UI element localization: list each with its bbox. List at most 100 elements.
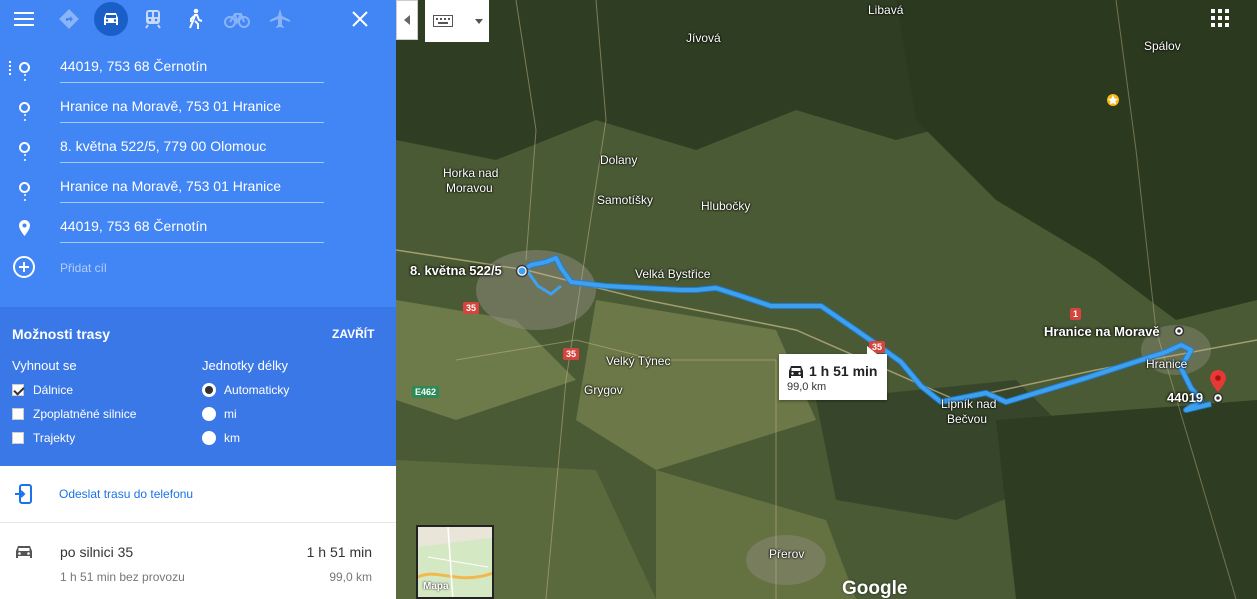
destination-pin-icon (19, 220, 30, 236)
units-auto-radio[interactable]: Automaticky (202, 383, 289, 397)
map-canvas[interactable]: Libavá Jívová Spálov Dolany Horka nad Mo… (396, 0, 1257, 599)
radio-icon[interactable] (202, 407, 216, 421)
checkbox-label: Zpoplatněné silnice (33, 407, 137, 421)
car-icon (789, 366, 803, 378)
input-underline (60, 162, 324, 163)
place-label: Hranice (1146, 357, 1188, 371)
place-label: Velký Týnec (606, 354, 671, 368)
input-underline (60, 202, 324, 203)
place-label: Samotíšky (597, 193, 654, 207)
apps-grid-icon[interactable] (1211, 9, 1229, 27)
stop-circle-icon (19, 102, 30, 113)
route-options: Možnosti trasy ZAVŘÍT Vyhnout se Dálnice… (0, 307, 396, 466)
radio-label: km (224, 431, 240, 445)
checkbox-icon[interactable] (12, 432, 24, 444)
connector-dots (24, 114, 26, 124)
stop-input[interactable]: 8. května 522/5, 779 00 Olomouc (60, 138, 266, 154)
route-stop[interactable]: Hranice na Moravě, 753 01 Hranice (0, 87, 396, 127)
units-km-radio[interactable]: km (202, 431, 240, 445)
place-label: Horka nad (443, 166, 499, 180)
stop-input[interactable]: 44019, 753 68 Černotín (60, 218, 207, 234)
walking-icon[interactable] (180, 4, 210, 34)
send-to-phone-link[interactable]: Odeslat trasu do telefonu (59, 487, 193, 501)
trip-info-box[interactable]: 1 h 51 min 99,0 km (779, 346, 887, 400)
place-label: Libavá (868, 3, 904, 17)
radio-label: Automaticky (224, 383, 290, 397)
input-underline (60, 122, 324, 123)
travel-mode-bar (0, 0, 396, 38)
directions-panel: 44019, 753 68 Černotín Hranice na Moravě… (0, 0, 396, 599)
hamburger-menu-icon[interactable] (9, 4, 39, 34)
avoid-heading: Vyhnout se (12, 358, 77, 373)
map-type-switcher[interactable]: Mapa (416, 525, 494, 599)
place-label: Dolany (600, 153, 638, 167)
radio-selected-icon[interactable] (202, 383, 216, 397)
checkbox-label: Trajekty (33, 431, 76, 445)
route-time: 1 h 51 min (306, 544, 372, 560)
waypoint-label[interactable]: Hranice na Moravě (1044, 324, 1160, 339)
stop-circle-icon (19, 142, 30, 153)
car-icon[interactable] (94, 2, 128, 36)
place-label: Jívová (686, 31, 721, 45)
keyboard-input-button[interactable] (425, 0, 489, 42)
radio-label: mi (224, 407, 237, 421)
chevron-down-icon[interactable] (475, 18, 483, 24)
close-icon[interactable] (345, 4, 375, 34)
checkbox-icon[interactable] (12, 408, 24, 420)
checkbox-label: Dálnice (33, 383, 74, 397)
stop-circle-icon (19, 62, 30, 73)
send-to-phone-icon (15, 484, 32, 504)
route-traffic-note: 1 h 51 min bez provozu (60, 570, 185, 584)
destination-label[interactable]: 44019 (1167, 390, 1203, 405)
input-underline (60, 82, 324, 83)
road-shield: 35 (463, 302, 480, 314)
road-shield: E462 (412, 386, 440, 398)
route-via: po silnici 35 (60, 544, 134, 560)
radio-icon[interactable] (202, 431, 216, 445)
connector-dots (24, 194, 26, 204)
collapse-panel-button[interactable] (396, 0, 418, 40)
train-icon[interactable] (138, 4, 168, 34)
route-inputs-panel: 44019, 753 68 Černotín Hranice na Moravě… (0, 0, 396, 307)
avoid-highways-checkbox[interactable]: Dálnice (12, 383, 73, 397)
place-label: Moravou (446, 181, 493, 195)
route-stop[interactable]: 8. května 522/5, 779 00 Olomouc (0, 127, 396, 167)
drag-handle-icon[interactable] (9, 61, 11, 77)
add-circle-icon[interactable] (13, 256, 35, 278)
units-mi-radio[interactable]: mi (202, 407, 237, 421)
stop-circle-icon (19, 182, 30, 193)
airplane-icon[interactable] (265, 4, 295, 34)
road-shield: 1 (1070, 308, 1082, 320)
route-distance: 99,0 km (329, 570, 372, 584)
bicycle-icon[interactable] (222, 4, 252, 34)
google-logo: Google (842, 578, 908, 599)
avoid-tolls-checkbox[interactable]: Zpoplatněné silnice (12, 407, 136, 421)
route-options-close-button[interactable]: ZAVŘÍT (332, 327, 374, 341)
add-destination[interactable]: Přidat cíl (0, 247, 396, 287)
input-underline (60, 242, 324, 243)
origin-label[interactable]: 8. května 522/5 (410, 263, 502, 278)
connector-dots (24, 154, 26, 164)
car-icon (16, 546, 32, 558)
diamond-directions-icon[interactable] (54, 4, 84, 34)
checkbox-checked-icon[interactable] (12, 384, 24, 396)
stop-input[interactable]: Hranice na Moravě, 753 01 Hranice (60, 98, 281, 114)
place-label: Hlubočky (701, 199, 751, 213)
route-summary[interactable]: po silnici 35 1 h 51 min 1 h 51 min bez … (0, 523, 396, 599)
send-to-phone-row[interactable]: Odeslat trasu do telefonu (0, 466, 396, 523)
add-destination-label[interactable]: Přidat cíl (60, 261, 107, 275)
connector-dots (24, 74, 26, 84)
stop-input[interactable]: 44019, 753 68 Černotín (60, 58, 207, 74)
place-label: Spálov (1144, 39, 1181, 53)
trip-box-time: 1 h 51 min (809, 363, 878, 379)
route-stop[interactable]: 44019, 753 68 Černotín (0, 207, 396, 247)
route-stop[interactable]: Hranice na Moravě, 753 01 Hranice (0, 167, 396, 207)
place-label: Grygov (584, 383, 623, 397)
route-stop[interactable]: 44019, 753 68 Černotín (0, 47, 396, 87)
chevron-left-icon (404, 15, 410, 25)
road-shield: 35 (563, 348, 580, 360)
avoid-ferries-checkbox[interactable]: Trajekty (12, 431, 75, 445)
place-label: Velká Bystřice (635, 267, 711, 281)
stop-input[interactable]: Hranice na Moravě, 753 01 Hranice (60, 178, 281, 194)
map-type-label: Mapa (423, 581, 449, 592)
